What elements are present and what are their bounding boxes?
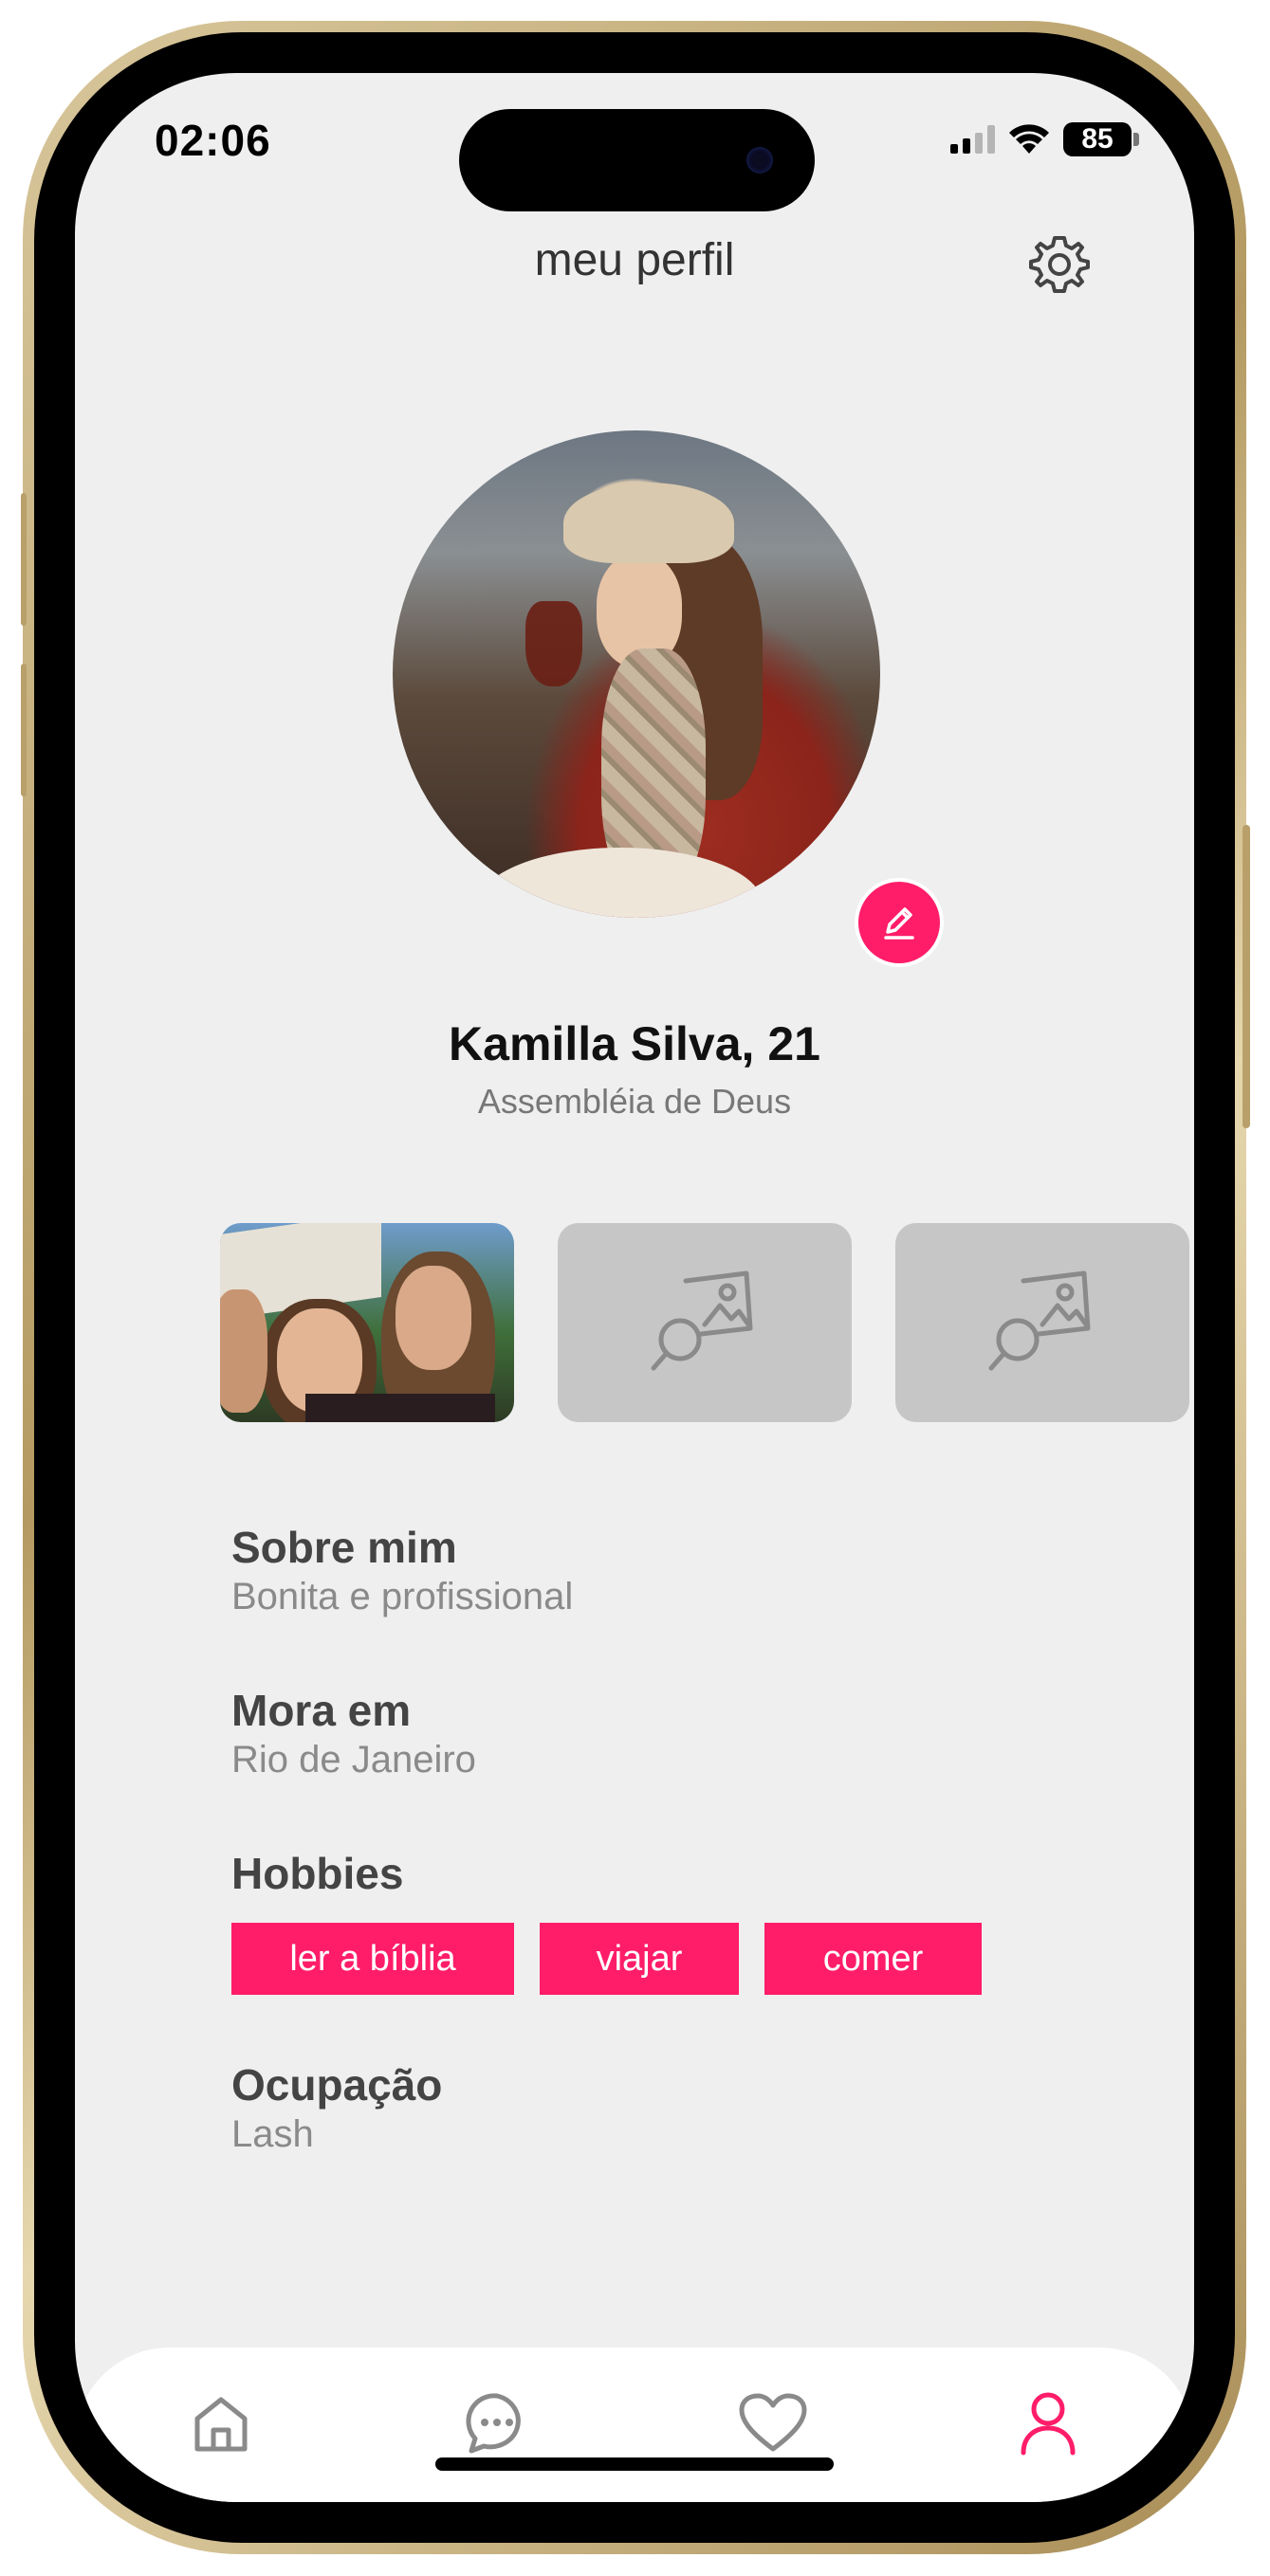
- avatar: [393, 430, 880, 918]
- tab-profile[interactable]: [1010, 2385, 1086, 2461]
- profile-name: Kamilla Silva, 21: [449, 1017, 820, 1070]
- tab-chat[interactable]: [459, 2385, 535, 2461]
- settings-gear-icon[interactable]: [1026, 231, 1093, 298]
- pencil-icon: [884, 907, 914, 940]
- add-photo-slot[interactable]: [895, 1223, 1189, 1422]
- tab-likes[interactable]: [735, 2385, 811, 2461]
- status-icons: 85: [950, 122, 1139, 156]
- dynamic-island: [459, 109, 815, 211]
- occupation-label: Ocupação: [231, 2060, 443, 2110]
- tab-bar: [75, 2348, 1194, 2502]
- signal-icon: [950, 125, 995, 154]
- screen: 02:06 85 meu perfil Kamilla Silva, 21 As…: [75, 73, 1194, 2502]
- home-icon: [194, 2397, 248, 2452]
- location-label: Mora em: [231, 1686, 412, 1735]
- hobby-chips: ler a bíblia viajar comer: [231, 1923, 982, 1995]
- wifi-icon: [1009, 124, 1049, 154]
- image-search-icon: [988, 1270, 1091, 1371]
- image-search-icon: [651, 1270, 753, 1371]
- add-photo-slot[interactable]: [558, 1223, 852, 1422]
- hobby-chip[interactable]: viajar: [540, 1923, 739, 1995]
- heart-icon: [739, 2393, 807, 2452]
- about-label: Sobre mim: [231, 1523, 457, 1572]
- home-indicator[interactable]: [435, 2457, 834, 2471]
- volume-button: [21, 493, 27, 626]
- side-button: [1242, 825, 1250, 1128]
- hobbies-label: Hobbies: [231, 1849, 404, 1898]
- tab-home[interactable]: [183, 2385, 259, 2461]
- volume-button: [21, 664, 27, 796]
- chat-icon: [466, 2393, 521, 2454]
- profile-photo[interactable]: [393, 430, 944, 967]
- photo-gallery: [220, 1223, 1189, 1422]
- gallery-photo[interactable]: [220, 1223, 514, 1422]
- occupation-value: Lash: [231, 2113, 314, 2155]
- about-value: Bonita e profissional: [231, 1576, 574, 1617]
- location-value: Rio de Janeiro: [231, 1739, 476, 1781]
- edit-photo-button[interactable]: [855, 878, 944, 967]
- hobby-chip[interactable]: comer: [764, 1923, 982, 1995]
- camera-icon: [746, 147, 773, 174]
- status-time: 02:06: [155, 116, 271, 165]
- profile-icon: [1021, 2392, 1076, 2456]
- battery-level: 85: [1063, 122, 1132, 156]
- battery-icon: 85: [1063, 122, 1139, 156]
- hobby-chip[interactable]: ler a bíblia: [231, 1923, 514, 1995]
- profile-church: Assembléia de Deus: [477, 1082, 792, 1121]
